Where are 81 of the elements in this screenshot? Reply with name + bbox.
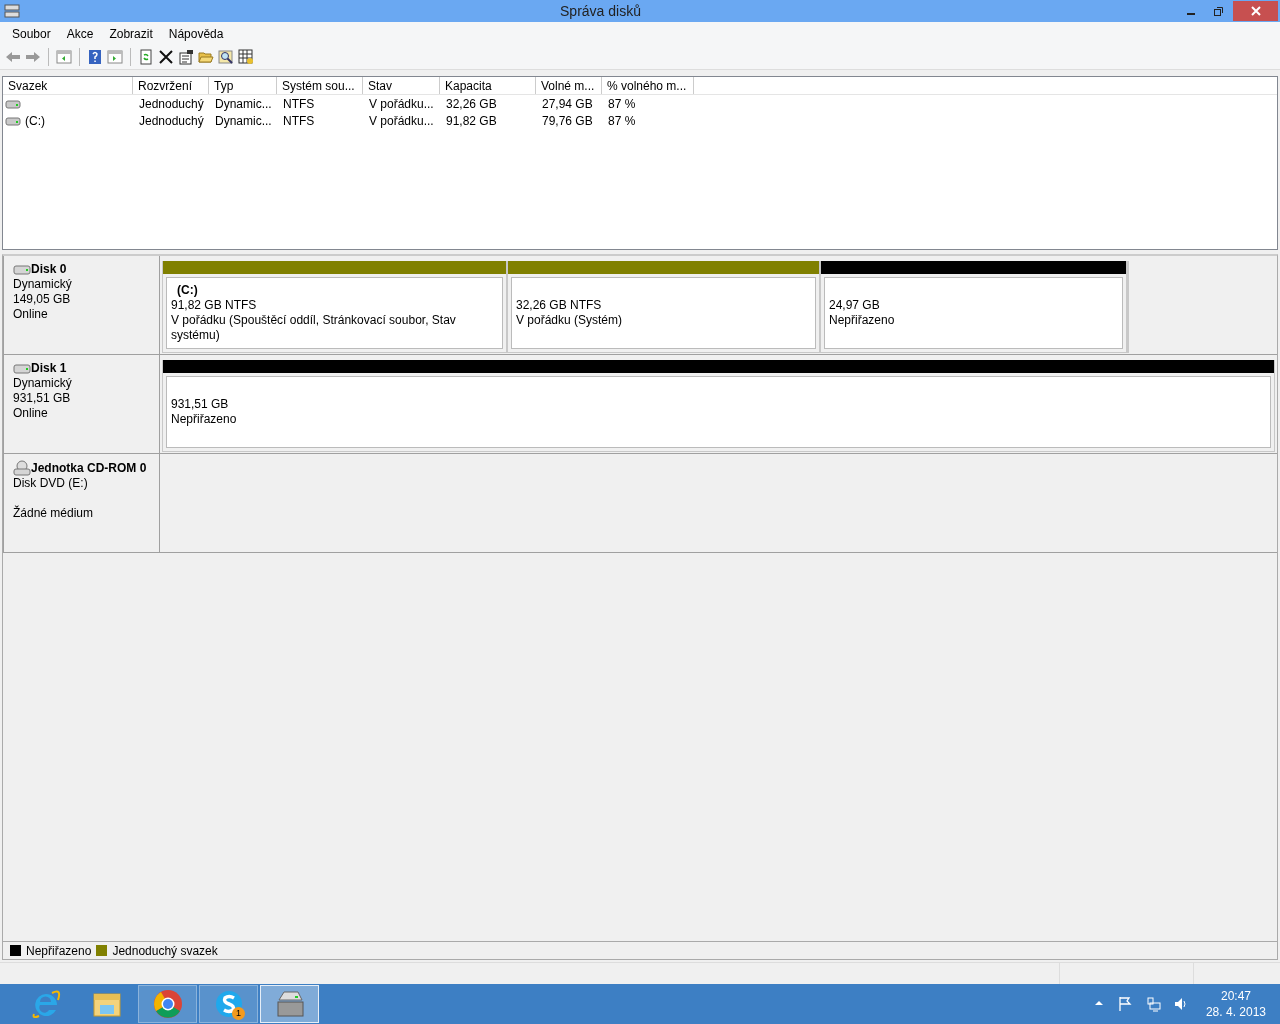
column-header[interactable]: Volné m... <box>536 77 602 94</box>
drive-icon <box>4 3 20 19</box>
disk-name: Disk 1 <box>31 361 67 376</box>
back-arrow-icon[interactable] <box>5 49 21 65</box>
delete-icon[interactable] <box>158 49 174 65</box>
column-header[interactable]: Rozvržení <box>133 77 209 94</box>
partition-box[interactable]: (C:) 91,82 GB NTFS V pořádku (Spouštěcí oddíl, Stránkovací soubor, Stav systému) <box>166 277 503 349</box>
close-icon[interactable] <box>1250 6 1261 16</box>
notification-badge: 1 <box>232 1007 245 1020</box>
table-cell-text: V pořádku... <box>368 95 435 113</box>
column-header[interactable]: Svazek <box>3 77 133 94</box>
menu-item[interactable]: Soubor <box>4 24 59 43</box>
clock-date: 28. 4. 2013 <box>1205 1004 1266 1020</box>
partition-status: Nepřiřazeno <box>171 412 238 427</box>
disk-state: Online <box>13 307 49 322</box>
partition-size: 91,82 GB NTFS <box>171 298 258 313</box>
table-cell-text: Jednoduchý <box>138 95 205 113</box>
panel-icon[interactable] <box>107 49 123 65</box>
table-cell-text: 91,82 GB <box>445 112 498 130</box>
table-cell-text: 87 % <box>607 95 637 113</box>
column-header[interactable]: Typ <box>209 77 277 94</box>
cd-drive-icon <box>13 460 31 476</box>
drive-icon <box>5 97 21 110</box>
partition-box[interactable]: 931,51 GB Nepřiřazeno <box>166 376 1271 448</box>
legend-label: Nepřiřazeno <box>26 942 92 960</box>
legend-label: Jednoduchý svazek <box>112 942 218 960</box>
partition-box[interactable]: 24,97 GB Nepřiřazeno <box>824 277 1123 349</box>
partition-status: V pořádku (Spouštěcí oddíl, Stránkovací soubor, Stav systému) <box>171 313 457 343</box>
partition-box[interactable]: 32,26 GB NTFS V pořádku (Systém) <box>511 277 816 349</box>
properties-icon[interactable] <box>178 49 194 65</box>
column-header[interactable]: Systém sou... <box>277 77 363 94</box>
taskbar-button[interactable] <box>260 985 319 1023</box>
disk-type: Disk DVD (E:) <box>13 476 89 491</box>
taskbar-button[interactable] <box>138 985 197 1023</box>
table-cell-text: 32,26 GB <box>445 95 498 113</box>
disk-state: Žádné médium <box>13 506 95 521</box>
volume-label: (C:) <box>176 283 199 298</box>
partition-status: V pořádku (Systém) <box>516 313 624 328</box>
disk-type: Dynamický <box>13 277 73 292</box>
drive-icon <box>13 362 31 375</box>
window-title: Správa disků <box>559 1 642 21</box>
chrome-icon <box>151 988 184 1020</box>
table-cell-text: 79,76 GB <box>541 112 594 130</box>
disk-state: Online <box>13 406 49 421</box>
partition-status: Nepřiřazeno <box>829 313 896 328</box>
column-header[interactable]: Kapacita <box>440 77 536 94</box>
magnifier-icon[interactable] <box>218 49 234 65</box>
table-cell-text: Jednoduchý <box>138 112 205 130</box>
speaker-icon[interactable] <box>1172 996 1189 1012</box>
table-cell-text: 27,94 GB <box>541 95 594 113</box>
table-cell-text: NTFS <box>282 112 316 130</box>
disk-size: 149,05 GB <box>13 292 72 307</box>
panel-icon[interactable] <box>56 49 72 65</box>
gear-grid-icon[interactable] <box>238 49 254 65</box>
table-cell-text: (C:) <box>25 112 45 130</box>
taskbar-button[interactable]: 1 <box>199 985 258 1023</box>
partition-size: 32,26 GB NTFS <box>516 298 603 313</box>
disk-name: Jednotka CD-ROM 0 <box>31 460 147 476</box>
drive-icon <box>5 114 21 127</box>
partition-size: 931,51 GB <box>171 397 230 412</box>
table-cell-text: V pořádku... <box>368 112 435 130</box>
table-cell-text: 87 % <box>607 112 637 130</box>
menu-item[interactable]: Zobrazit <box>101 24 161 43</box>
disk-size: 931,51 GB <box>13 391 72 406</box>
column-header[interactable]: Stav <box>363 77 440 94</box>
table-cell-text: Dynamic... <box>214 112 273 130</box>
column-header[interactable]: % volného m... <box>602 77 694 94</box>
menu-item[interactable]: Nápověda <box>160 24 232 43</box>
help-icon[interactable] <box>87 49 103 65</box>
disk-type: Dynamický <box>13 376 73 391</box>
drive-icon <box>13 263 31 276</box>
flag-icon[interactable] <box>1116 996 1133 1012</box>
network-icon[interactable] <box>1144 996 1161 1012</box>
partition-size: 24,97 GB <box>829 298 881 313</box>
table-cell-text: Dynamic... <box>214 95 273 113</box>
clock-time: 20:47 <box>1219 988 1252 1004</box>
restore-icon[interactable] <box>1214 6 1224 16</box>
disk-name: Disk 0 <box>31 262 67 277</box>
menu-item[interactable]: Akce <box>58 24 102 43</box>
forward-arrow-icon[interactable] <box>25 49 41 65</box>
table-cell-text: NTFS <box>282 95 316 113</box>
